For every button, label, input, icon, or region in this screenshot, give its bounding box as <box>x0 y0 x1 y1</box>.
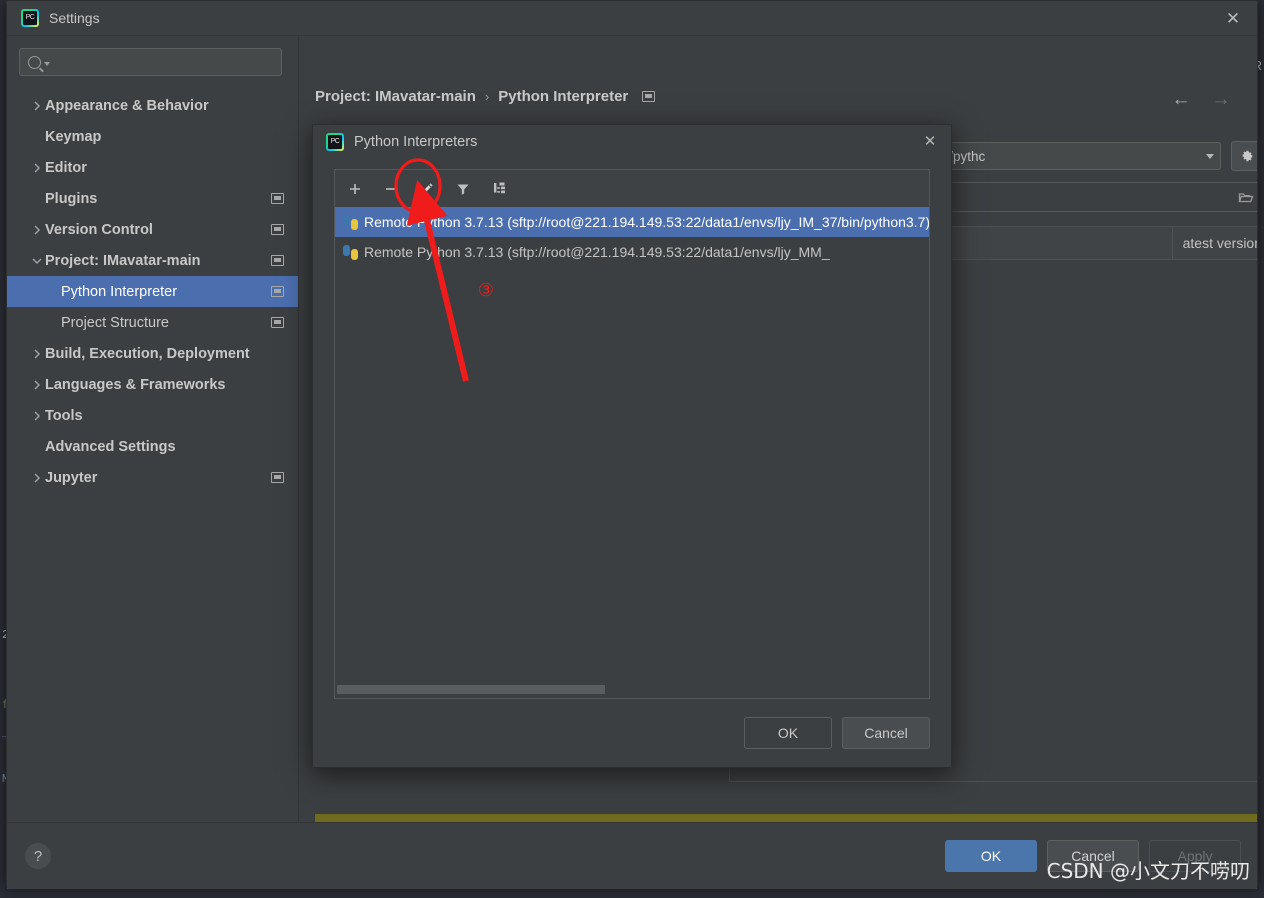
sidebar-item-label: Tools <box>45 407 83 424</box>
chevron-down-icon <box>1206 153 1214 159</box>
sidebar-item-label: Project Structure <box>61 314 169 331</box>
window-title: Settings <box>49 10 100 26</box>
interpreter-settings-button[interactable] <box>1231 141 1257 171</box>
packages-column-latest-version[interactable]: atest version <box>1173 235 1257 251</box>
project-scope-badge-icon <box>642 91 656 102</box>
sidebar-item-label: Keymap <box>45 128 102 145</box>
tree-structure-icon[interactable] <box>489 179 509 199</box>
settings-tree: Appearance & Behavior Keymap Editor Plugins… <box>7 90 298 493</box>
sidebar-item-label: Appearance & Behavior <box>45 97 209 114</box>
interpreters-list[interactable]: Remote Python 3.7.13 (sftp://root@221.19… <box>335 207 929 698</box>
interpreters-panel: Remote Python 3.7.13 (sftp://root@221.19… <box>334 169 930 699</box>
dialog-ok-button[interactable]: OK <box>744 717 832 749</box>
step-marker-3: ③ <box>477 280 495 300</box>
interpreters-toolbar <box>335 170 929 208</box>
python-icon <box>343 214 358 230</box>
pycharm-logo-icon <box>326 133 344 151</box>
project-scope-badge-icon <box>271 254 284 266</box>
sidebar-item-label: Editor <box>45 159 87 176</box>
sidebar-item-label: Advanced Settings <box>45 438 176 455</box>
close-icon[interactable]: ✕ <box>1223 9 1243 29</box>
search-input[interactable] <box>19 48 282 76</box>
horizontal-scrollbar[interactable] <box>337 685 605 694</box>
sidebar-item-label: Python Interpreter <box>61 283 178 300</box>
chevron-right-icon[interactable] <box>29 410 45 421</box>
sidebar-item-plugins[interactable]: Plugins <box>7 183 298 214</box>
dialog-button-group: OK Cancel <box>744 717 930 749</box>
settings-sidebar: Appearance & Behavior Keymap Editor Plugins… <box>7 36 299 822</box>
sidebar-item-label: Plugins <box>45 190 98 207</box>
arrow-left-icon[interactable]: ← <box>1169 88 1193 112</box>
help-button[interactable]: ? <box>25 843 51 869</box>
interpreter-item-label: Remote Python 3.7.13 (sftp://root@221.19… <box>364 244 830 260</box>
chevron-right-icon[interactable] <box>29 100 45 111</box>
sidebar-item-label: Jupyter <box>45 469 98 486</box>
sidebar-item-jupyter[interactable]: Jupyter <box>7 462 298 493</box>
sidebar-item-advanced-settings[interactable]: Advanced Settings <box>7 431 298 462</box>
interpreter-list-item[interactable]: Remote Python 3.7.13 (sftp://root@221.19… <box>335 207 929 237</box>
breadcrumb-separator: › <box>484 89 490 104</box>
search-icon <box>28 55 41 69</box>
sidebar-item-label: Version Control <box>45 221 153 238</box>
dialog-title-bar: Python Interpreters ✕ <box>313 125 951 159</box>
sidebar-item-label: Languages & Frameworks <box>45 376 226 393</box>
gear-icon <box>1240 149 1254 163</box>
packaging-warning-bar: Python packaging tools not found. Instal… <box>315 814 1257 822</box>
chevron-right-icon[interactable] <box>29 348 45 359</box>
project-scope-badge-icon <box>271 285 284 297</box>
settings-title-bar: Settings ✕ <box>7 1 1257 36</box>
chevron-right-icon[interactable] <box>29 379 45 390</box>
sidebar-item-project-structure[interactable]: Project Structure <box>7 307 298 338</box>
close-icon[interactable]: ✕ <box>921 133 939 151</box>
interpreter-item-label: Remote Python 3.7.13 (sftp://root@221.19… <box>364 214 929 230</box>
sidebar-item-languages-frameworks[interactable]: Languages & Frameworks <box>7 369 298 400</box>
breadcrumb: Project: IMavatar-main › Python Interpre… <box>315 88 656 105</box>
sidebar-item-python-interpreter[interactable]: Python Interpreter <box>7 276 298 307</box>
add-interpreter-button[interactable] <box>345 179 365 199</box>
breadcrumb-root[interactable]: Project: IMavatar-main <box>315 88 476 105</box>
ok-button[interactable]: OK <box>945 840 1037 872</box>
project-scope-badge-icon <box>271 316 284 328</box>
python-interpreters-dialog: Python Interpreters ✕ <box>312 124 952 768</box>
sidebar-item-project-imavatar-main[interactable]: Project: IMavatar-main <box>7 245 298 276</box>
chevron-down-icon[interactable] <box>29 257 45 265</box>
csdn-watermark: CSDN @小文刀不唠叨 <box>1046 859 1250 883</box>
sidebar-item-appearance-behavior[interactable]: Appearance & Behavior <box>7 90 298 121</box>
interpreter-list-item[interactable]: Remote Python 3.7.13 (sftp://root@221.19… <box>335 237 929 267</box>
sidebar-item-version-control[interactable]: Version Control <box>7 214 298 245</box>
sidebar-item-label: Build, Execution, Deployment <box>45 345 250 362</box>
sidebar-item-keymap[interactable]: Keymap <box>7 121 298 152</box>
project-scope-badge-icon <box>271 471 284 483</box>
project-scope-badge-icon <box>271 223 284 235</box>
pycharm-logo-icon <box>21 9 39 27</box>
chevron-right-icon[interactable] <box>29 472 45 483</box>
chevron-right-icon[interactable] <box>29 162 45 173</box>
folder-icon[interactable] <box>1238 191 1254 204</box>
dialog-title: Python Interpreters <box>354 134 478 150</box>
edit-interpreter-button[interactable] <box>417 179 437 199</box>
arrow-right-icon[interactable]: → <box>1209 88 1233 112</box>
sidebar-item-label: Project: IMavatar-main <box>45 252 201 269</box>
chevron-down-icon <box>44 62 50 66</box>
remove-interpreter-button[interactable] <box>381 179 401 199</box>
sidebar-item-editor[interactable]: Editor <box>7 152 298 183</box>
dialog-cancel-button[interactable]: Cancel <box>842 717 930 749</box>
project-scope-badge-icon <box>271 192 284 204</box>
filter-button[interactable] <box>453 179 473 199</box>
sidebar-item-tools[interactable]: Tools <box>7 400 298 431</box>
sidebar-item-build-execution-deployment[interactable]: Build, Execution, Deployment <box>7 338 298 369</box>
python-icon <box>343 244 358 260</box>
breadcrumb-leaf: Python Interpreter <box>498 88 629 105</box>
chevron-right-icon[interactable] <box>29 224 45 235</box>
